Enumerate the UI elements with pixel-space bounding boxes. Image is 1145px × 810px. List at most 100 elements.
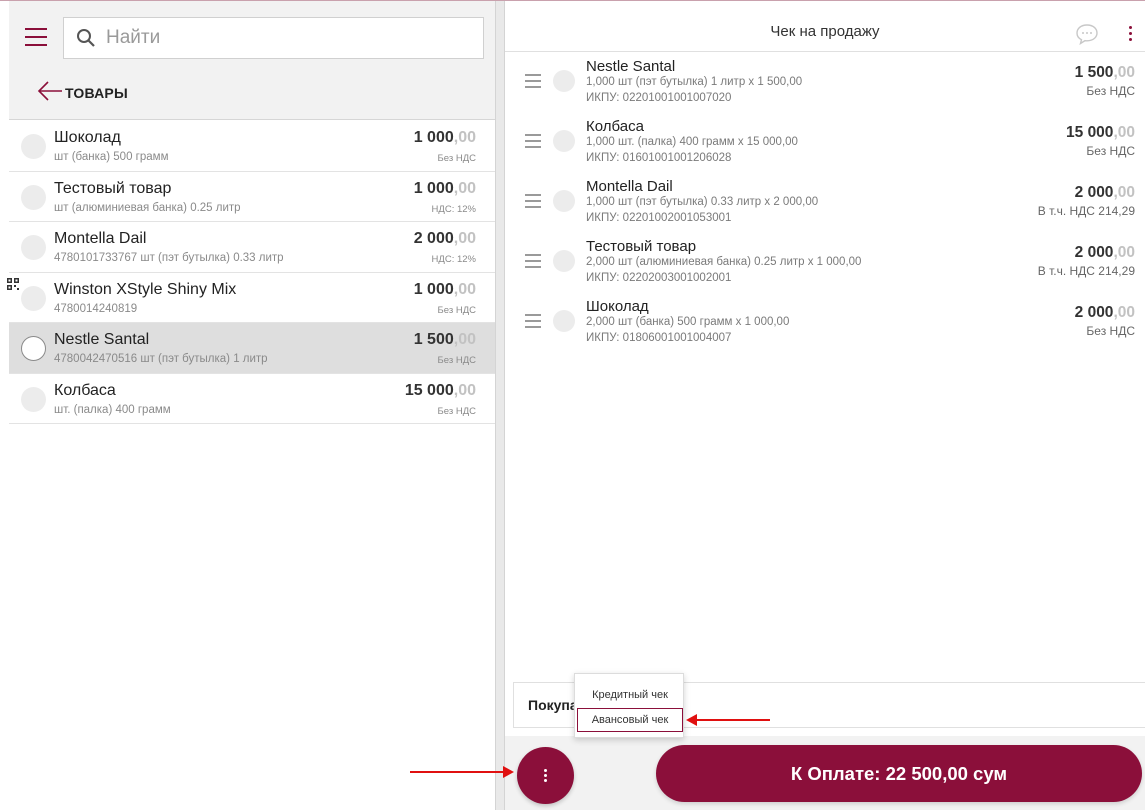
menu-item-advance-receipt[interactable]: Авансовый чек [577, 708, 683, 732]
arrow-left-icon[interactable] [37, 81, 63, 101]
cart-item-image [553, 190, 575, 212]
drag-handle-icon[interactable] [525, 254, 541, 268]
drag-handle-icon[interactable] [525, 314, 541, 328]
cart-item-code: ИКПУ: 02201002001053001 [586, 212, 732, 224]
product-panel-header: ТОВАРЫ [9, 1, 495, 120]
product-tax: Без НДС [437, 304, 476, 316]
product-name: Montella Dail [54, 230, 147, 247]
product-tax: Без НДС [437, 355, 476, 366]
more-vertical-icon[interactable] [1124, 26, 1136, 44]
receipt-type-menu: Кредитный чек Авансовый чек [574, 673, 684, 738]
receipt-area: Чек на продажу Nestle Santal 1,000 шт (п… [505, 1, 1145, 736]
cart-item[interactable]: Montella Dail 1,000 шт (пэт бутылка) 0.3… [505, 176, 1145, 236]
cart-item-quantity: 2,000 шт (алюминиевая банка) 0.25 литр x… [586, 256, 862, 268]
cart-item-code: ИКПУ: 02202003001002001 [586, 272, 732, 284]
product-name: Тестовый товар [54, 179, 172, 197]
receipt-title: Чек на продажу [770, 23, 880, 40]
cart-item-image [553, 250, 575, 272]
cart-item-quantity: 1,000 шт (пэт бутылка) 0.33 литр x 2 000… [586, 196, 819, 208]
product-row[interactable]: Колбаса шт. (палка) 400 грамм 15 000,00 … [9, 373, 495, 424]
cart-item-price: 2 000,00 [1074, 304, 1135, 321]
product-image-placeholder [21, 386, 46, 412]
cart-item-code: ИКПУ: 01806001001004007 [586, 332, 732, 344]
product-details: 4780042470516 шт (пэт бутылка) 1 литр [54, 353, 268, 365]
product-name: Колбаса [54, 381, 116, 399]
drag-handle-icon[interactable] [525, 194, 541, 208]
receipt-header: Чек на продажу [505, 1, 1145, 52]
product-image-placeholder [21, 134, 46, 159]
product-tax: Без НДС [437, 153, 476, 164]
search-input[interactable] [106, 18, 476, 58]
product-row[interactable]: Тестовый товар шт (алюминиевая банка) 0.… [9, 171, 495, 222]
product-name: Шоколад [54, 129, 121, 146]
cart-item-tax: Без НДС [1086, 324, 1135, 338]
cart-list: Nestle Santal 1,000 шт (пэт бутылка) 1 л… [505, 56, 1145, 356]
product-price: 1 500,00 [413, 331, 476, 348]
cart-item-name: Тестовый товар [586, 238, 697, 255]
cart-item-tax: В т.ч. НДС 214,29 [1037, 204, 1135, 218]
product-image-placeholder [21, 184, 46, 210]
cart-item[interactable]: Тестовый товар 2,000 шт (алюминиевая бан… [505, 236, 1145, 296]
cart-item-tax: В т.ч. НДС 214,29 [1037, 264, 1135, 278]
panel-divider [495, 1, 505, 810]
cart-item-image [553, 70, 575, 92]
drag-handle-icon[interactable] [525, 74, 541, 88]
product-price: 1 000,00 [413, 129, 476, 146]
menu-icon[interactable] [25, 28, 47, 46]
buyer-label: Покупа [528, 697, 576, 713]
product-list: Шоколад шт (банка) 500 грамм 1 000,00 Бе… [7, 121, 495, 424]
product-price: 15 000,00 [404, 381, 476, 399]
cart-item-quantity: 1,000 шт. (палка) 400 грамм x 15 000,00 [586, 136, 798, 148]
cart-item-name: Montella Dail [586, 178, 673, 195]
cart-item-price: 2 000,00 [1074, 184, 1135, 201]
cart-item[interactable]: Шоколад 2,000 шт (банка) 500 грамм x 1 0… [505, 296, 1145, 356]
product-row[interactable]: Winston XStyle Shiny Mix 4780014240819 1… [7, 272, 495, 323]
product-price: 1 000,00 [413, 280, 476, 298]
chat-icon[interactable] [1075, 23, 1099, 45]
product-row[interactable]: Nestle Santal 4780042470516 шт (пэт буты… [9, 323, 495, 374]
product-select-circle[interactable] [21, 336, 46, 361]
cart-item-quantity: 2,000 шт (банка) 500 грамм x 1 000,00 [586, 316, 790, 328]
cart-item-price: 15 000,00 [1066, 124, 1135, 141]
product-tax: НДС: 12% [431, 254, 476, 265]
cart-item[interactable]: Nestle Santal 1,000 шт (пэт бутылка) 1 л… [505, 56, 1145, 116]
product-tax: НДС: 12% [431, 203, 476, 215]
cart-item-code: ИКПУ: 02201001001007020 [586, 92, 732, 104]
product-panel: ТОВАРЫ Шоколад шт (банка) 500 грамм 1 00… [7, 1, 495, 810]
search-icon [77, 29, 95, 47]
product-details: 4780014240819 [54, 302, 138, 315]
product-price: 2 000,00 [413, 230, 476, 247]
cart-item-quantity: 1,000 шт (пэт бутылка) 1 литр x 1 500,00 [586, 76, 803, 88]
product-row[interactable]: Шоколад шт (банка) 500 грамм 1 000,00 Бе… [9, 121, 495, 172]
drag-handle-icon[interactable] [525, 134, 541, 148]
product-name: Winston XStyle Shiny Mix [54, 280, 237, 298]
product-details: 4780101733767 шт (пэт бутылка) 0.33 литр [54, 252, 284, 264]
cart-item-price: 2 000,00 [1074, 244, 1135, 261]
qr-code-icon [7, 277, 19, 290]
product-details: шт (банка) 500 грамм [54, 151, 169, 163]
product-image-placeholder [21, 285, 46, 311]
pay-button[interactable]: К Оплате: 22 500,00 сум [656, 745, 1142, 802]
cart-item-price: 1 500,00 [1074, 64, 1135, 81]
more-actions-button[interactable] [517, 747, 574, 804]
cart-item-image [553, 310, 575, 332]
category-title: ТОВАРЫ [65, 85, 128, 101]
cart-item-name: Колбаса [586, 118, 644, 135]
product-image-placeholder [21, 235, 46, 260]
menu-item-credit-receipt[interactable]: Кредитный чек [575, 682, 685, 708]
product-details: шт. (палка) 400 грамм [54, 403, 171, 416]
product-tax: Без НДС [437, 405, 476, 417]
annotation-arrow-icon [686, 714, 770, 726]
cart-item-code: ИКПУ: 01601001001206028 [586, 152, 732, 164]
cart-item-name: Nestle Santal [586, 58, 676, 75]
search-box[interactable] [63, 17, 484, 59]
cart-item[interactable]: Колбаса 1,000 шт. (палка) 400 грамм x 15… [505, 116, 1145, 176]
cart-item-name: Шоколад [586, 298, 649, 315]
product-row[interactable]: Montella Dail 4780101733767 шт (пэт буты… [9, 222, 495, 273]
product-price: 1 000,00 [413, 179, 476, 197]
annotation-arrow-icon [410, 766, 514, 778]
cart-item-tax: Без НДС [1086, 144, 1135, 158]
product-name: Nestle Santal [54, 331, 150, 348]
cart-item-tax: Без НДС [1086, 84, 1135, 98]
cart-item-image [553, 130, 575, 152]
